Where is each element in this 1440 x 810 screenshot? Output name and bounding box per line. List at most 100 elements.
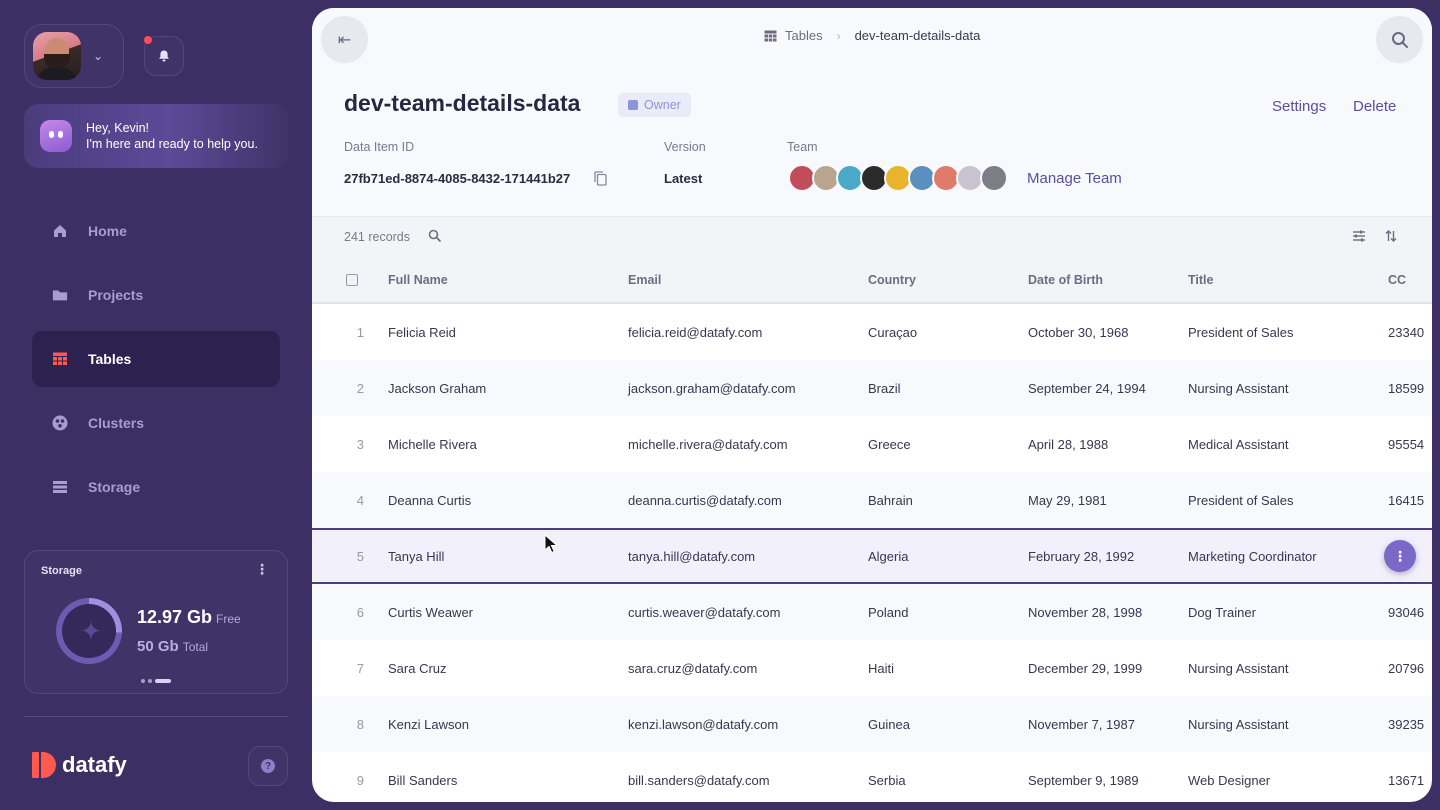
cell-cc: 39235 xyxy=(1388,717,1425,732)
table-row[interactable]: 8 Kenzi Lawson kenzi.lawson@datafy.com Guin… xyxy=(312,696,1432,752)
version-label: Version xyxy=(664,140,706,154)
storage-card: Storage ⋮ ✦ 12.97 Gb Free 50 Gb Total xyxy=(24,550,288,694)
filter-sliders-icon[interactable] xyxy=(1352,229,1366,248)
breadcrumb: Tables › dev-team-details-data xyxy=(764,28,980,43)
cell-title: Nursing Assistant xyxy=(1188,381,1289,396)
storage-icon xyxy=(52,479,68,495)
cell-email: felicia.reid@datafy.com xyxy=(628,325,763,340)
sparkle-icon: ✦ xyxy=(80,616,102,646)
cell-date-of-birth: November 28, 1998 xyxy=(1028,605,1143,620)
row-number: 8 xyxy=(356,717,364,732)
cell-full-name: Michelle Rivera xyxy=(388,437,477,452)
nav-label-projects: Projects xyxy=(88,287,144,303)
table-row[interactable]: 1 Felicia Reid felicia.reid@datafy.com Cura… xyxy=(312,304,1432,360)
help-icon: ? xyxy=(261,759,275,773)
row-number: 6 xyxy=(356,605,364,620)
cell-date-of-birth: September 9, 1989 xyxy=(1028,773,1139,788)
row-actions-button[interactable]: ⋮ xyxy=(1384,540,1416,572)
column-header-title[interactable]: Title xyxy=(1188,273,1213,287)
table-row[interactable]: 6 Curtis Weawer curtis.weaver@datafy.com Po… xyxy=(312,584,1432,640)
column-header-full-name[interactable]: Full Name xyxy=(388,273,448,287)
nav-label-clusters: Clusters xyxy=(88,415,145,431)
data-item-id-value: 27fb71ed-8874-4085-8432-171441b27 xyxy=(344,171,571,186)
cell-title: President of Sales xyxy=(1188,325,1294,340)
sort-icon[interactable] xyxy=(1385,229,1397,248)
chevron-right-icon: › xyxy=(836,28,841,43)
assistant-message: I'm here and ready to help you. xyxy=(86,137,258,151)
sidebar-divider xyxy=(24,716,288,717)
assistant-bot-icon xyxy=(40,120,72,152)
search-records-icon[interactable] xyxy=(428,229,441,247)
cell-date-of-birth: April 28, 1988 xyxy=(1028,437,1109,452)
bell-icon xyxy=(159,50,169,62)
cell-date-of-birth: May 29, 1981 xyxy=(1028,493,1107,508)
team-member-avatar[interactable] xyxy=(980,164,1008,192)
page-title: dev-team-details-data xyxy=(344,90,581,116)
cell-title: Nursing Assistant xyxy=(1188,661,1289,676)
cell-email: sara.cruz@datafy.com xyxy=(628,661,758,676)
records-count: 241 records xyxy=(344,230,411,244)
help-button[interactable]: ? xyxy=(248,746,288,786)
assistant-banner[interactable]: Hey, Kevin! I'm here and ready to help y… xyxy=(24,104,288,168)
storage-total: 50 Gb Total xyxy=(137,638,208,655)
table-toolbar: 241 records xyxy=(312,216,1432,256)
table-row[interactable]: 4 Deanna Curtis deanna.curtis@datafy.com Ba… xyxy=(312,472,1432,528)
brand-logo[interactable]: datafy xyxy=(32,752,127,778)
team-avatars[interactable] xyxy=(788,164,1008,192)
column-header-country[interactable]: Country xyxy=(868,273,916,287)
copy-icon[interactable] xyxy=(594,171,607,191)
carousel-dots[interactable] xyxy=(141,679,171,683)
chevron-down-icon: ⌄ xyxy=(93,49,104,63)
cell-country: Curaçao xyxy=(868,325,918,340)
table-row[interactable]: 2 Jackson Graham jackson.graham@datafy.com… xyxy=(312,360,1432,416)
column-header-email[interactable]: Email xyxy=(628,273,661,287)
cell-country: Serbia xyxy=(868,773,906,788)
nav-label-storage: Storage xyxy=(88,479,141,495)
settings-link[interactable]: Settings xyxy=(1272,98,1326,115)
search-button[interactable] xyxy=(1376,16,1423,63)
cell-email: kenzi.lawson@datafy.com xyxy=(628,717,779,732)
table-row[interactable]: 5 Tanya Hill tanya.hill@datafy.com Algeria F… xyxy=(312,528,1432,584)
storage-menu-icon[interactable]: ⋮ xyxy=(255,561,269,578)
owner-badge-label: Owner xyxy=(644,98,681,112)
collapse-sidebar-button[interactable]: ⇤ xyxy=(321,16,368,63)
cell-email: tanya.hill@datafy.com xyxy=(628,549,756,564)
table-row[interactable]: 3 Michelle Rivera michelle.rivera@datafy.c… xyxy=(312,416,1432,472)
cell-email: jackson.graham@datafy.com xyxy=(628,381,796,396)
nav-item-clusters[interactable]: Clusters xyxy=(32,395,280,451)
row-number: 4 xyxy=(356,493,364,508)
user-menu-button[interactable]: ⌄ xyxy=(24,24,124,88)
breadcrumb-current: dev-team-details-data xyxy=(854,28,981,43)
manage-team-link[interactable]: Manage Team xyxy=(1027,170,1122,187)
nav-item-home[interactable]: Home xyxy=(32,203,280,259)
storage-free: 12.97 Gb Free xyxy=(137,607,241,628)
cell-cc: 20796 xyxy=(1388,661,1425,676)
nav-label-home: Home xyxy=(88,223,127,239)
breadcrumb-tables[interactable]: Tables xyxy=(764,28,823,43)
page-header: ⇤ Tables › dev-team-details-data dev-tea… xyxy=(312,8,1432,216)
mouse-cursor-icon xyxy=(544,533,559,557)
delete-link[interactable]: Delete xyxy=(1353,98,1396,115)
column-header-cc[interactable]: CC xyxy=(1388,273,1406,287)
cell-cc: 13671 xyxy=(1388,773,1425,788)
table-icon xyxy=(764,30,777,41)
table-row[interactable]: 9 Bill Sanders bill.sanders@datafy.com Serb… xyxy=(312,752,1432,802)
folder-icon xyxy=(52,287,68,303)
cell-country: Brazil xyxy=(868,381,901,396)
table-row[interactable]: 7 Sara Cruz sara.cruz@datafy.com Haiti Decem… xyxy=(312,640,1432,696)
column-header-date-of-birth[interactable]: Date of Birth xyxy=(1028,273,1103,287)
row-number: 7 xyxy=(356,661,364,676)
cell-title: Medical Assistant xyxy=(1188,437,1289,452)
search-icon xyxy=(1391,31,1408,48)
cell-date-of-birth: February 28, 1992 xyxy=(1028,549,1135,564)
clusters-icon xyxy=(52,415,68,431)
row-number: 9 xyxy=(356,773,364,788)
nav-item-storage[interactable]: Storage xyxy=(32,459,280,515)
storage-title: Storage xyxy=(41,565,82,577)
select-all-checkbox[interactable] xyxy=(346,274,358,286)
cell-date-of-birth: December 29, 1999 xyxy=(1028,661,1143,676)
nav-item-projects[interactable]: Projects xyxy=(32,267,280,323)
storage-free-label: Free xyxy=(216,612,241,626)
nav-item-tables[interactable]: Tables xyxy=(32,331,280,387)
cell-country: Haiti xyxy=(868,661,895,676)
